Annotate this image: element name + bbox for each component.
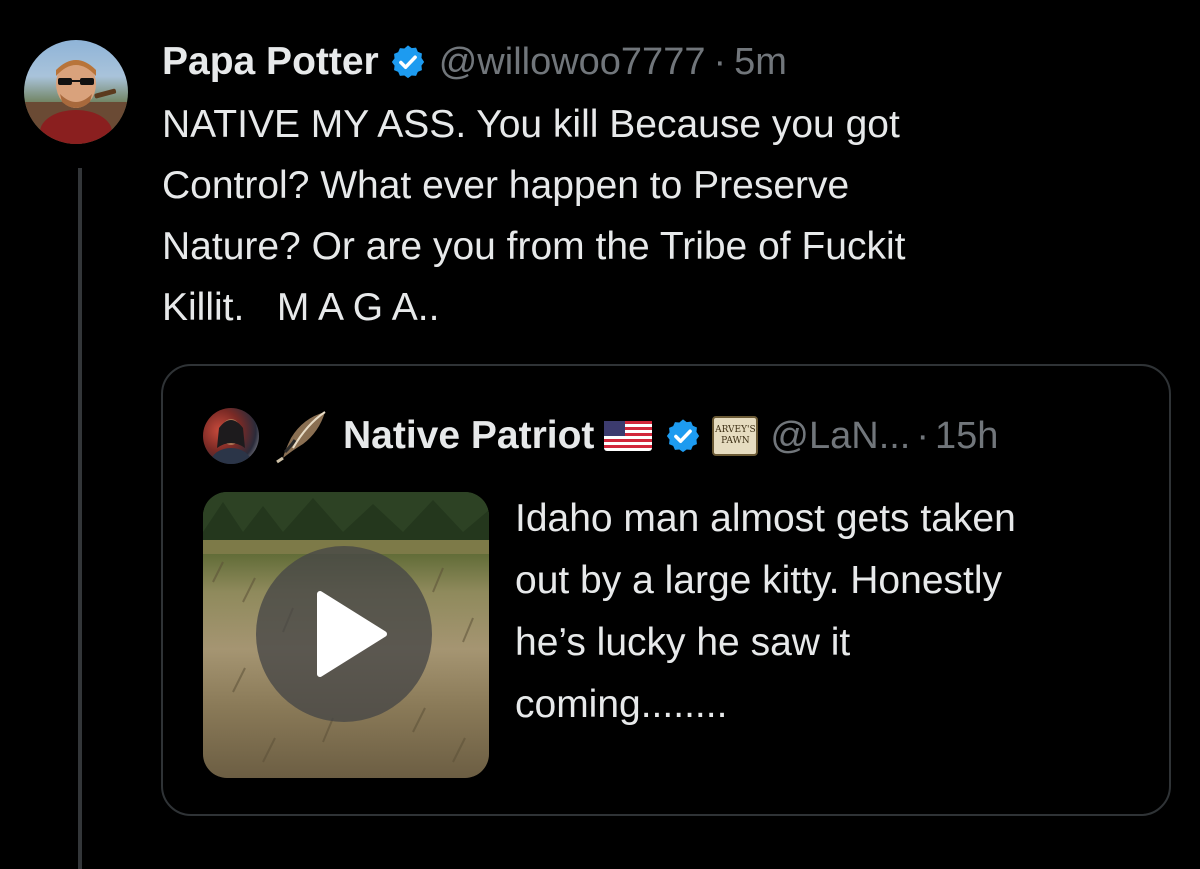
post-header: Papa Potter @willowoo7777 · 5m [162, 34, 787, 90]
author-handle[interactable]: @willowoo7777 [439, 41, 706, 84]
quoted-tweet-card[interactable]: Native Patriot ARVEY'S PAWN @LaN... · 15… [161, 364, 1171, 816]
author-avatar[interactable] [24, 40, 128, 144]
separator-dot: · [713, 40, 727, 83]
post-time[interactable]: 5m [734, 41, 787, 84]
affiliate-badge-icon[interactable]: ARVEY'S PAWN [712, 416, 759, 456]
quoted-tweet-text: Idaho man almost gets taken out by a lar… [515, 497, 1016, 726]
affiliate-badge-line-2: PAWN [721, 436, 750, 446]
tweet-text: NATIVE MY ASS. You kill Because you got … [162, 103, 906, 329]
author-display-name[interactable]: Papa Potter [162, 40, 379, 84]
affiliate-badge-line-1: ARVEY'S [715, 425, 756, 435]
separator-dot: · [916, 414, 930, 457]
us-flag-icon [604, 421, 653, 451]
thread-line [78, 168, 82, 869]
play-button[interactable] [256, 546, 432, 722]
quoted-author-display-name[interactable]: Native Patriot [343, 414, 594, 458]
verified-badge-icon[interactable] [664, 417, 702, 455]
video-thumbnail[interactable] [203, 492, 489, 778]
feather-icon [276, 411, 326, 464]
quoted-author-avatar[interactable] [203, 408, 259, 464]
verified-badge-icon[interactable] [389, 43, 427, 81]
post: Papa Potter @willowoo7777 · 5m NATIVE MY… [0, 0, 1200, 869]
play-icon [317, 591, 387, 677]
quoted-tweet-header: Native Patriot ARVEY'S PAWN @LaN... · 15… [203, 408, 998, 464]
quoted-author-handle[interactable]: @LaN... [770, 415, 910, 458]
quoted-post-time[interactable]: 15h [935, 415, 998, 458]
